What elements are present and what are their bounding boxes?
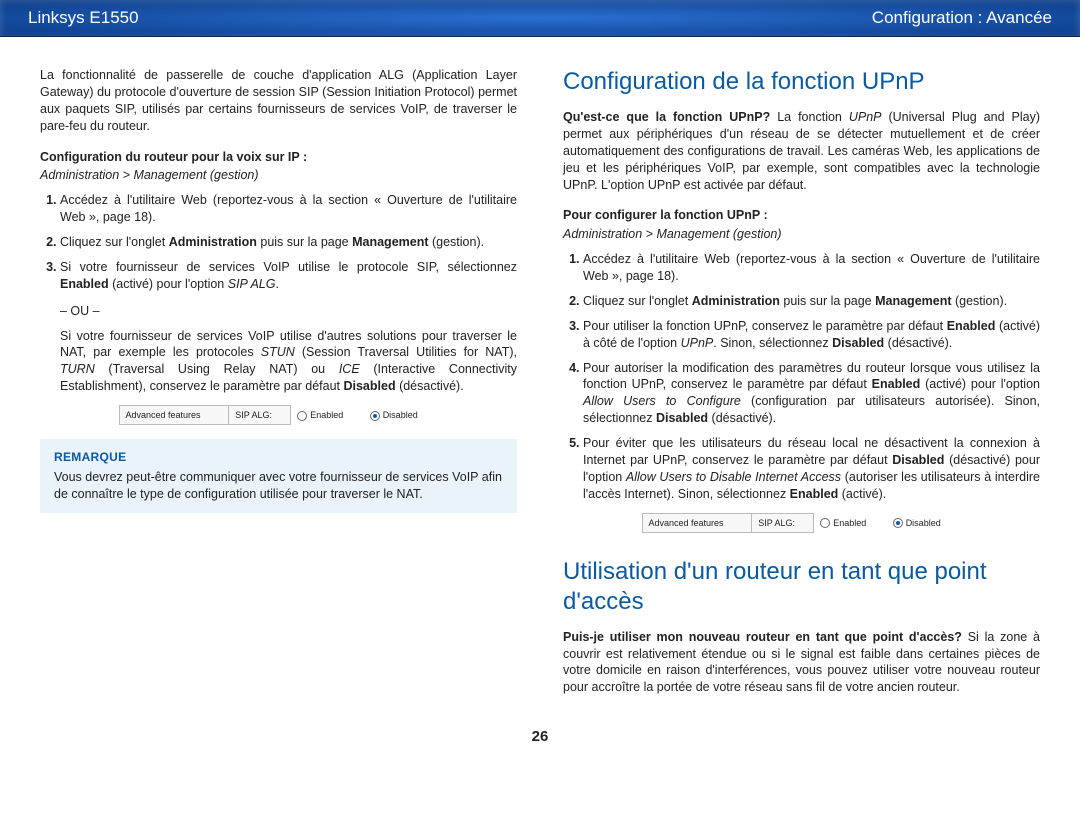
- ap-intro: Puis-je utiliser mon nouveau routeur en …: [563, 629, 1040, 697]
- ui-cell-sipalg: SIP ALG:: [229, 406, 291, 425]
- step-3: Si votre fournisseur de services VoIP ut…: [60, 259, 517, 293]
- ui2-opt-disabled: Disabled: [887, 513, 962, 532]
- ui2-cell-sipalg: SIP ALG:: [752, 513, 814, 532]
- page-number: 26: [0, 716, 1080, 763]
- u-step-2: Cliquez sur l'onglet Administration puis…: [583, 293, 1040, 310]
- upnp-subhead: Pour configurer la fonction UPnP :: [563, 207, 1040, 224]
- nav-path-left: Administration > Management (gestion): [40, 167, 517, 184]
- u-step-3: Pour utiliser la fonction UPnP, conserve…: [583, 318, 1040, 352]
- left-column: La fonctionnalité de passerelle de couch…: [40, 67, 517, 706]
- note-body: Vous devrez peut-être communiquer avec v…: [54, 469, 503, 503]
- upnp-steps: Accédez à l'utilitaire Web (reportez-vou…: [563, 251, 1040, 502]
- upnp-heading: Configuration de la fonction UPnP: [563, 67, 1040, 97]
- ui2-opt-enabled: Enabled: [814, 513, 887, 532]
- u-step-5: Pour éviter que les utilisateurs du rése…: [583, 435, 1040, 503]
- sip-alg-ui-right: Advanced features SIP ALG: Enabled Disab…: [642, 513, 962, 533]
- step-1: Accédez à l'utilitaire Web (reportez-vou…: [60, 192, 517, 226]
- voip-subhead: Configuration du routeur pour la voix su…: [40, 149, 517, 166]
- header-product: Linksys E1550: [28, 8, 139, 28]
- nav-path-right: Administration > Management (gestion): [563, 226, 1040, 243]
- ui-opt-enabled: Enabled: [291, 406, 364, 425]
- u-step-4: Pour autoriser la modification des param…: [583, 360, 1040, 428]
- ui-cell-advanced: Advanced features: [119, 406, 229, 425]
- u-step-1: Accédez à l'utilitaire Web (reportez-vou…: [583, 251, 1040, 285]
- note-box: REMARQUE Vous devrez peut-être communiqu…: [40, 439, 517, 513]
- page-header: Linksys E1550 Configuration : Avancée: [0, 0, 1080, 37]
- step-3-cont: Si votre fournisseur de services VoIP ut…: [60, 328, 517, 396]
- step-2: Cliquez sur l'onglet Administration puis…: [60, 234, 517, 251]
- right-column: Configuration de la fonction UPnP Qu'est…: [563, 67, 1040, 706]
- sip-alg-ui-left: Advanced features SIP ALG: Enabled Disab…: [119, 405, 439, 425]
- ap-heading: Utilisation d'un routeur en tant que poi…: [563, 557, 1040, 617]
- header-section: Configuration : Avancée: [872, 8, 1052, 28]
- voip-steps: Accédez à l'utilitaire Web (reportez-vou…: [40, 192, 517, 292]
- ui-opt-disabled: Disabled: [364, 406, 439, 425]
- ui2-cell-advanced: Advanced features: [642, 513, 752, 532]
- or-separator: – OU –: [60, 303, 517, 320]
- page-columns: La fonctionnalité de passerelle de couch…: [0, 37, 1080, 716]
- alg-intro: La fonctionnalité de passerelle de couch…: [40, 67, 517, 135]
- note-title: REMARQUE: [54, 449, 503, 465]
- upnp-intro: Qu'est-ce que la fonction UPnP? La fonct…: [563, 109, 1040, 193]
